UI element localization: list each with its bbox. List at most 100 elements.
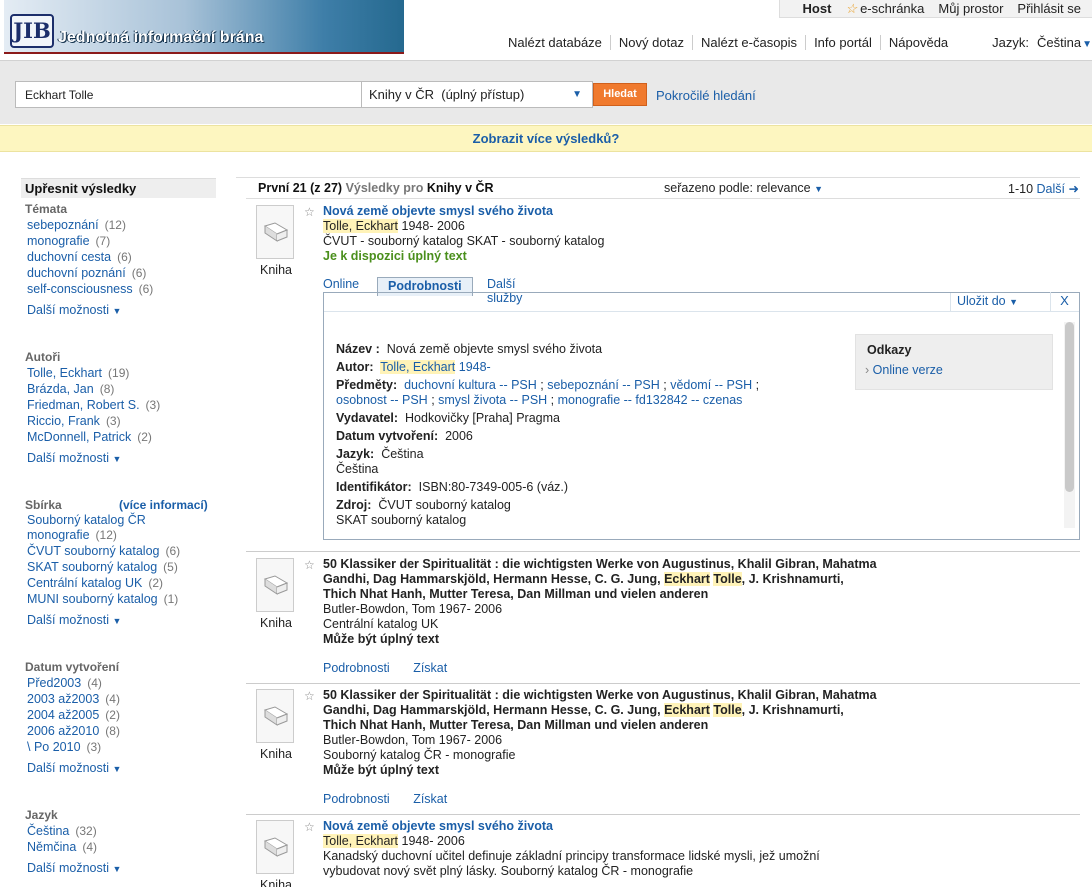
star-icon[interactable]: ☆ [304,689,315,703]
facet-count: (6) [138,282,154,296]
more-options-link[interactable]: Další možnosti ▼ [21,613,231,627]
facet-item[interactable]: Brázda, Jan (8) [21,381,231,397]
record-title[interactable]: 50 Klassiker der Spiritualität : die wic… [323,688,923,733]
facet-item[interactable]: \ Po 2010 (3) [21,739,231,755]
author-link[interactable]: Tolle, Eckhart 1948- [380,360,491,374]
book-icon [263,575,289,595]
get-link[interactable]: Získat [413,792,447,806]
search-input[interactable] [15,81,362,108]
record-actions: Podrobnosti Získat [323,661,467,675]
facet-count: (6) [117,250,132,264]
online-version-link[interactable]: › Online verze [865,363,943,377]
subject-link[interactable]: osobnost -- PSH [336,393,428,407]
facet-item[interactable]: MUNI souborný katalog (1) [21,591,231,607]
save-to-button[interactable]: Uložit do ▼ [957,294,1018,308]
more-info-link[interactable]: (více informací) [119,497,208,513]
facet-item[interactable]: 2004 až2005 (2) [21,707,231,723]
facet-item[interactable]: SKAT souborný katalog (5) [21,559,231,575]
scope-select[interactable]: Knihy v ČR (úplný přístup) ▼ [361,81,593,108]
show-more-results-link[interactable]: Zobrazit více výsledků? [0,125,1092,152]
facet-label: 2004 až2005 [27,708,100,722]
subject-link[interactable]: vědomí -- PSH [670,378,752,392]
record-title[interactable]: Nová země objevte smysl svého života [323,819,923,834]
eschranka-link[interactable]: ☆ e-schránka [845,1,924,17]
facet-item[interactable]: Čeština (32) [21,823,231,839]
facet-count: (19) [108,366,130,380]
facet-heading: Jazyk [25,808,58,822]
more-options-link[interactable]: Další možnosti ▼ [21,861,231,875]
more-options-link[interactable]: Další možnosti ▼ [21,451,231,465]
scope-value: Knihy v ČR (úplný přístup) [369,87,525,102]
language-select[interactable]: Čeština▼ [1037,35,1092,50]
facets-panel: Upřesnit výsledky Témata sebepoznání (12)… [21,178,221,875]
facet-item[interactable]: Centrální katalog UK (2) [21,575,231,591]
result-record: Kniha ☆ 50 Klassiker der Spiritualität :… [246,683,1080,813]
nav-new-query[interactable]: Nový dotaz [611,35,693,50]
facet-item[interactable]: monografie (7) [21,233,231,249]
subject-link[interactable]: smysl života -- PSH [438,393,547,407]
facet-label: monografie [27,234,90,248]
field-label: Vydavatel: [336,411,399,425]
details-link[interactable]: Podrobnosti [323,661,390,675]
star-icon[interactable]: ☆ [304,820,315,834]
details-scrollbar[interactable] [1064,322,1075,528]
star-icon[interactable]: ☆ [304,205,315,219]
facet-item[interactable]: 2003 až2003 (4) [21,691,231,707]
nav-help[interactable]: Nápověda [881,35,956,50]
facet-item[interactable]: Před2003 (4) [21,675,231,691]
get-link[interactable]: Získat [413,661,447,675]
record-type: Kniha [260,263,292,277]
record-title[interactable]: Nová země objevte smysl svého života [323,204,913,219]
facet-item[interactable]: Souborný katalog ČR monografie (12) [21,513,181,543]
title-highlight: Tolle [713,703,742,717]
facet-item[interactable]: duchovní poznání (6) [21,265,231,281]
facet-label: 2006 až2010 [27,724,100,738]
facet-group-language: Jazyk Čeština (32) Němčina (4) Další možno… [21,807,231,875]
facet-item[interactable]: Tolle, Eckhart (19) [21,365,231,381]
nav-find-ejournal[interactable]: Nalézt e-časopis [693,35,807,50]
tab-online[interactable]: Online [323,277,359,291]
next-page-link[interactable]: Další ➜ [1037,182,1079,196]
facet-item[interactable]: 2006 až2010 (8) [21,723,231,739]
subject-link[interactable]: monografie -- fd132842 -- czenas [558,393,743,407]
facet-item[interactable]: self-consciousness (6) [21,281,231,297]
record-author: Tolle, Eckhart 1948- 2006 [323,834,923,849]
field-value: SKAT souborný katalog [336,513,467,527]
record-author: Tolle, Eckhart 1948- 2006 [323,219,913,234]
site-logo[interactable]: JIB Jednotná informační brána [4,0,404,54]
nav-find-databases[interactable]: Nalézt databáze [500,35,611,50]
book-thumbnail[interactable] [256,205,294,259]
advanced-search-link[interactable]: Pokročilé hledání [656,88,756,103]
facet-item[interactable]: ČVUT souborný katalog (6) [21,543,231,559]
author-part: Tolle, [323,834,356,848]
book-thumbnail[interactable] [256,820,294,874]
facet-heading: Témata [25,202,68,216]
more-options-link[interactable]: Další možnosti ▼ [21,303,231,317]
facet-label: SKAT souborný katalog [27,560,158,574]
book-thumbnail[interactable] [256,558,294,612]
my-space-link[interactable]: Můj prostor [938,1,1003,16]
title-line: Thich Nhat Hanh, Mutter Teresa, Dan Mill… [323,587,709,601]
subject-link[interactable]: duchovní kultura -- PSH [404,378,537,392]
scrollbar-thumb[interactable] [1065,322,1074,492]
facet-item[interactable]: McDonnell, Patrick (2) [21,429,231,445]
facet-item[interactable]: sebepoznání (12) [21,217,231,233]
field-label: Název : [336,342,380,356]
search-button[interactable]: Hledat [593,83,647,106]
star-icon[interactable]: ☆ [304,558,315,572]
record-title[interactable]: 50 Klassiker der Spiritualität : die wic… [323,557,923,602]
facet-item[interactable]: Němčina (4) [21,839,231,855]
login-link[interactable]: Přihlásit se [1017,1,1081,16]
details-link[interactable]: Podrobnosti [323,792,390,806]
subject-link[interactable]: sebepoznání -- PSH [547,378,660,392]
facet-item[interactable]: Riccio, Frank (3) [21,413,231,429]
facet-item[interactable]: duchovní cesta (6) [21,249,231,265]
nav-info-portal[interactable]: Info portál [806,35,881,50]
sort-select[interactable]: relevance ▼ [756,181,823,195]
title-highlight: Eckhart [664,703,710,717]
close-icon[interactable]: X [1050,292,1078,311]
book-thumbnail[interactable] [256,689,294,743]
more-options-link[interactable]: Další možnosti ▼ [21,761,231,775]
facet-item[interactable]: Friedman, Robert S. (3) [21,397,231,413]
main-nav: Nalézt databáze Nový dotaz Nalézt e-časo… [500,35,1092,50]
